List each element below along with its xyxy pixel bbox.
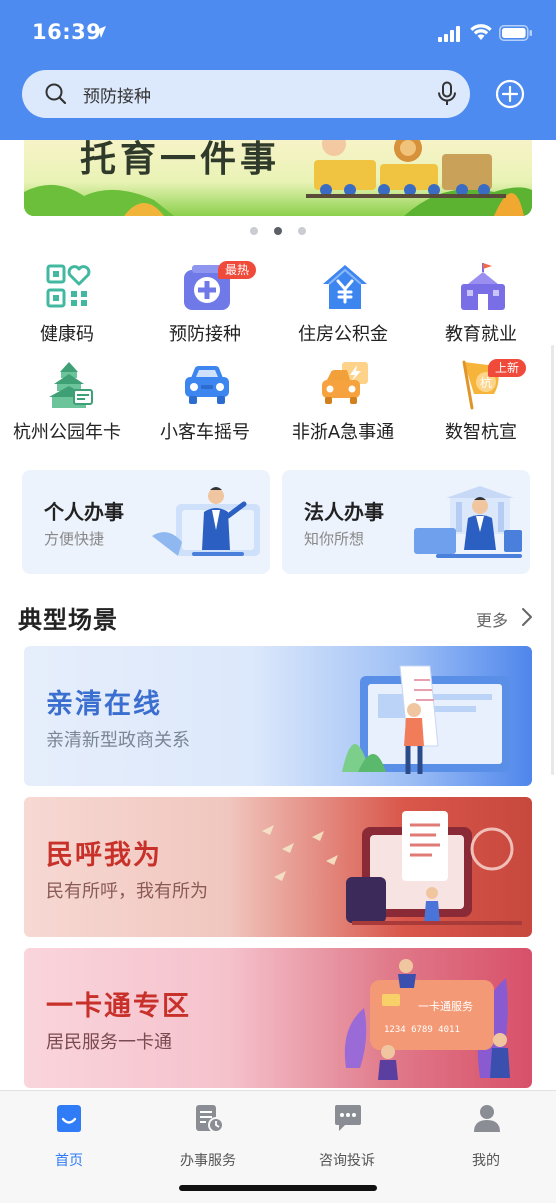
grid-item-housing-fund[interactable]: 住房公积金 [278,262,408,352]
more-link[interactable]: 更多 [476,607,508,631]
qr-code-heart-icon [46,264,91,308]
new-tag: 上新 [488,359,527,377]
home-smile-icon [57,1105,81,1132]
corporate-affairs-card[interactable]: 法人办事 知你所想 [282,470,530,574]
search-input[interactable]: 预防接种 [83,82,151,107]
add-circle-icon[interactable] [494,78,526,110]
scene-subtitle: 民有所呼，我有所为 [46,881,208,902]
scene-subtitle: 亲清新型政商关系 [46,730,190,751]
scene-title: 亲清在线 [46,689,162,720]
search-bar[interactable]: 预防接种 [22,70,470,118]
carousel-dot[interactable] [250,227,258,235]
flag-badge-text: 杭 [480,375,492,390]
grid-label: 非浙A急事通 [291,422,395,443]
tab-label: 办事服务 [180,1153,236,1169]
banner-illustration [24,140,532,216]
cellular-signal-icon [438,26,460,42]
car-lightning-icon [322,362,368,404]
card-subtitle: 知你所想 [304,530,365,548]
grid-label: 健康码 [40,324,94,345]
chat-bubble-icon [335,1105,361,1131]
tab-consult[interactable]: 咨询投诉 [287,1103,407,1169]
home-indicator[interactable] [179,1185,377,1191]
tab-label: 咨询投诉 [319,1153,375,1169]
scene-title: 民呼我为 [46,840,162,871]
grid-label: 数智杭宣 [445,422,517,443]
wifi-icon [470,24,492,40]
grid-item-hangxuan[interactable]: 杭 上新 数智杭宣 [416,359,546,450]
carousel-dot[interactable] [298,227,306,235]
status-time: 16:39 [32,20,102,44]
document-clock-icon [196,1105,224,1133]
scene-title: 一卡通专区 [46,991,191,1022]
card-title: 个人办事 [44,500,124,524]
scrollbar[interactable] [551,345,554,775]
tab-label: 我的 [472,1153,500,1169]
battery-icon [499,25,532,41]
section-title: 典型场景 [18,606,118,634]
microphone-icon[interactable] [436,81,458,107]
personal-service-illustration [152,487,260,556]
grid-item-non-zhejiang-a[interactable]: 非浙A急事通 [278,360,408,450]
park-pagoda-icon [49,362,93,408]
grid-item-car-lottery[interactable]: 小客车摇号 [140,360,270,450]
location-arrow-icon [94,26,106,38]
card-number-text: 1234 6789 4011 [384,1025,460,1035]
grid-label: 预防接种 [169,324,241,345]
qinqing-illustration [342,665,510,774]
tab-services[interactable]: 办事服务 [148,1103,268,1169]
hot-tag: 最热 [218,261,257,279]
car-icon [185,366,229,404]
tab-profile[interactable]: 我的 [426,1103,546,1169]
yikatong-illustration: 一卡通服务 1234 6789 4011 [344,959,510,1080]
banner-carousel[interactable]: 托育一件事 [24,140,532,216]
grid-item-education[interactable]: 教育就业 [416,262,546,352]
search-icon [45,83,67,105]
minhu-illustration [262,811,522,925]
grid-label: 小客车摇号 [160,422,250,443]
corporate-service-illustration [414,486,522,558]
card-subtitle: 方便快捷 [44,530,105,548]
grid-label: 教育就业 [445,324,517,345]
grid-label: 住房公积金 [298,324,388,345]
carousel-dot-active[interactable] [274,227,282,235]
card-service-text: 一卡通服务 [418,1000,473,1013]
school-icon [461,263,505,310]
app-header: 16:39 预防接种 [0,0,556,140]
personal-affairs-card[interactable]: 个人办事 方便快捷 [22,470,270,574]
user-icon [474,1105,500,1132]
tab-home[interactable]: 首页 [9,1103,129,1169]
grid-label: 杭州公园年卡 [13,422,121,443]
grid-item-vaccination[interactable]: 最热 预防接种 [140,261,270,352]
scene-subtitle: 居民服务一卡通 [46,1032,172,1053]
status-bar: 16:39 [0,0,556,66]
grid-item-health-code[interactable]: 健康码 [2,262,132,352]
scene-card-yikatong[interactable]: 一卡通专区 居民服务一卡通 一卡通服务 1234 6789 4011 [24,948,532,1088]
tab-label: 首页 [55,1153,83,1169]
chevron-right-icon[interactable] [520,606,534,628]
grid-item-park-pass[interactable]: 杭州公园年卡 [2,360,132,450]
card-title: 法人办事 [304,500,384,524]
scene-card-minhu[interactable]: 民呼我为 民有所呼，我有所为 [24,797,532,937]
scene-card-qinqing[interactable]: 亲清在线 亲清新型政商关系 [24,646,532,786]
carousel-indicator[interactable] [250,227,308,237]
house-yen-icon [323,265,367,309]
